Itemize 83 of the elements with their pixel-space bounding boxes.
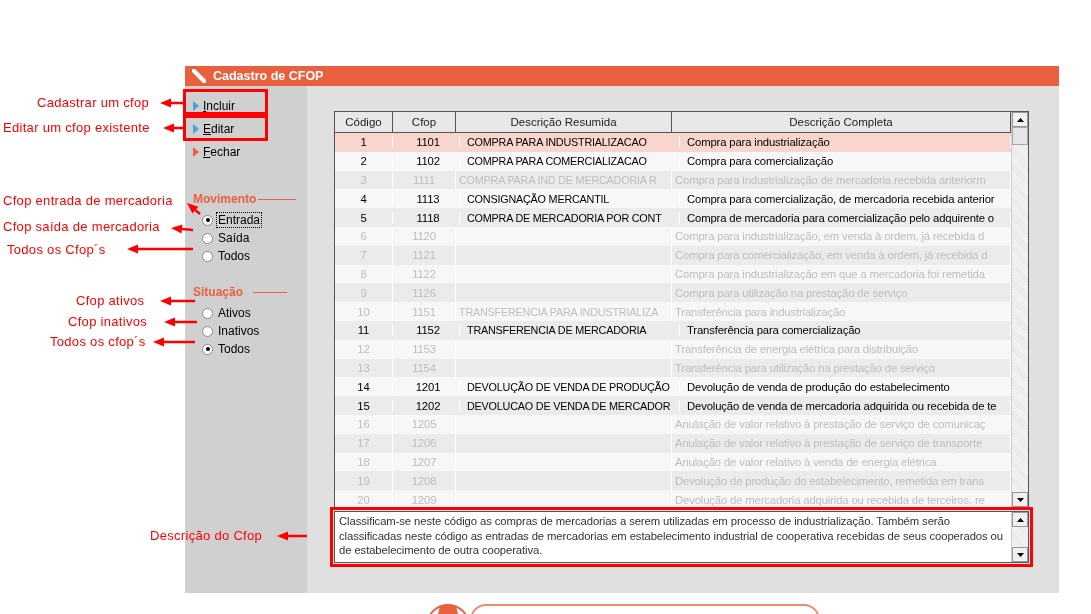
callout-label: Cadastrar um cfop: [37, 95, 150, 110]
radio-label[interactable]: Inativos: [216, 323, 262, 339]
table-cell: 1152: [397, 324, 460, 337]
table-cell: 4: [335, 192, 393, 205]
callout-label: Cfop inativos: [68, 314, 148, 329]
callout-arrow: [163, 123, 185, 133]
callout-label: Editar um cfop existente: [3, 120, 150, 135]
callout-arrow: [164, 317, 197, 327]
table-cell: CONSIGNAÇÃO MERCANTIL: [464, 192, 680, 205]
window-title: Cadastro de CFOP: [213, 69, 324, 83]
table-cell: 11: [335, 324, 393, 337]
callout-arrow: [160, 98, 185, 108]
table-row[interactable]: 5 1118 COMPRA DE MERCADORIA POR CONT Compra de mercadoria para comercialização pelo adquirente o: [335, 208, 1011, 227]
radio-label[interactable]: Saída: [216, 230, 252, 246]
column-header[interactable]: Código: [335, 112, 393, 132]
radio-button[interactable]: [202, 214, 213, 226]
menu-link[interactable]: Incluir: [193, 94, 236, 117]
description-text: Classificam-se neste código as compras de mercadorias a serem utilizadas em processo de industrialização. Também serão classificadas neste código as entradas de mercadorias em estabelecimento industrial de cooperativa recebidas de seus cooperados ou de estabelecimento de outra cooperativa.: [339, 514, 1004, 558]
callout-label: Descrição do Cfop: [150, 528, 263, 543]
radio-button[interactable]: [202, 325, 213, 337]
callout-label: Cfop saída de mercadoria: [3, 219, 160, 234]
table-cell: 1153: [393, 339, 456, 359]
scroll-up-icon[interactable]: [1012, 512, 1028, 527]
group-title: Movimento: [193, 192, 257, 206]
callout-arrow: [187, 203, 201, 215]
table-cell: 20: [335, 490, 393, 507]
table-cell: COMPRA DE MERCADORIA POR CONT: [464, 211, 680, 224]
radio-label[interactable]: Entrada: [216, 212, 263, 228]
app-logo-icon: [192, 69, 206, 83]
table-cell: TRANSFERENCIA PARA INDUSTRIALIZA: [456, 302, 672, 321]
table-cell: DEVOLUÇÃO DE VENDA DE PRODUÇÃO: [464, 380, 680, 393]
table-cell: 15: [335, 399, 393, 412]
table-row[interactable]: 15 1202 DEVOLUCAO DE VENDA DE MERCADOR Devolução de venda de mercadoria adquirida ou recebida de te: [335, 396, 1011, 415]
scroll-down-icon[interactable]: [1012, 547, 1028, 562]
table-cell: DEVOLUCAO DE VENDA DE MERCADOR: [464, 399, 680, 412]
scroll-up-icon[interactable]: [1012, 112, 1028, 127]
radio-button[interactable]: [202, 232, 213, 244]
group-title: Situação: [193, 285, 243, 299]
table-cell: 1118: [397, 211, 460, 224]
table-cell: 16: [335, 414, 393, 434]
callout-label: Cfop entrada de mercadoria: [3, 193, 173, 208]
callout-label: Todos os cfop´s: [50, 334, 146, 349]
table-row[interactable]: 14 1201 DEVOLUÇÃO DE VENDA DE PRODUÇÃO Devolução de venda de produção do estabelecimento: [335, 377, 1011, 397]
table-cell: COMPRA PARA INDUSTRIALIZACAO: [464, 136, 680, 149]
menu-link[interactable]: Fechar: [193, 140, 241, 163]
radio-label[interactable]: Todos: [216, 248, 253, 264]
table-cell: 1151: [393, 302, 456, 321]
table-cell: 5: [335, 211, 393, 224]
table-cell: 1120: [393, 227, 456, 246]
table-cell: 1113: [397, 192, 460, 205]
callout-arrow: [127, 244, 193, 254]
callout-label: Todos os Cfop´s: [7, 242, 106, 257]
table-cell: 1205: [393, 414, 456, 434]
table-cell: 14: [335, 380, 393, 393]
callout-label: Cfop ativos: [76, 293, 145, 308]
radio-button[interactable]: [202, 343, 213, 355]
table-cell: 1101: [397, 136, 460, 149]
radio-label[interactable]: Ativos: [216, 305, 253, 321]
table-cell: 1: [335, 136, 393, 149]
column-header[interactable]: Descrição Resumida: [456, 112, 672, 132]
table-cell: 1202: [397, 399, 460, 412]
table-cell: 12: [335, 339, 393, 359]
table-row[interactable]: 1 1101 COMPRA PARA INDUSTRIALIZACAO Compra para industrialização: [335, 133, 1011, 152]
radio-button[interactable]: [202, 307, 213, 319]
table-cell: 10: [335, 302, 393, 321]
menu-link[interactable]: Editar: [193, 117, 235, 140]
callout-arrow: [171, 224, 194, 234]
table-row[interactable]: 4 1113 CONSIGNAÇÃO MERCANTIL Compra para comercialização, de mercadoria recebida anterior: [335, 189, 1011, 209]
column-header[interactable]: Cfop: [393, 112, 456, 132]
scroll-down-icon[interactable]: [1012, 492, 1028, 507]
callout-arrow: [153, 337, 195, 347]
scrollbar-thumb[interactable]: [1012, 127, 1028, 145]
table-cell: TRANSFERENCIA DE MERCADORIA: [464, 324, 680, 337]
table-cell: 1201: [397, 380, 460, 393]
table-cell: COMPRA PARA COMERCIALIZACAO: [464, 155, 680, 168]
table-cell: 2: [335, 155, 393, 168]
radio-label[interactable]: Todos: [216, 341, 253, 357]
callout-arrow: [160, 296, 195, 306]
table-cell: 1209: [393, 490, 456, 507]
table-cell: 1102: [397, 155, 460, 168]
column-header[interactable]: Descrição Completa: [672, 112, 1011, 132]
radio-button[interactable]: [202, 250, 213, 262]
callout-arrow: [277, 531, 307, 541]
